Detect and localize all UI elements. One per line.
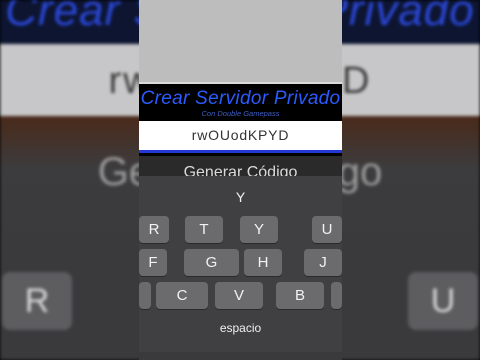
suggestion-bar[interactable]: Y <box>139 176 342 216</box>
key-x-partial[interactable] <box>139 282 151 309</box>
key-j[interactable]: J <box>304 249 342 276</box>
phone-screen: Crear Servidor Privado Con Double Gamepa… <box>139 0 342 360</box>
banner-title: Crear Servidor Privado <box>140 88 341 109</box>
bg-key-r: R <box>2 272 72 330</box>
key-f[interactable]: F <box>139 249 167 276</box>
key-u[interactable]: U <box>312 216 342 243</box>
key-h[interactable]: H <box>244 249 282 276</box>
suggestion-item[interactable]: Y <box>139 189 342 205</box>
key-v[interactable]: V <box>215 282 263 309</box>
key-b[interactable]: B <box>276 282 324 309</box>
key-c[interactable]: C <box>156 282 208 309</box>
code-input[interactable]: rwOUodKPYD <box>139 121 342 153</box>
key-y[interactable]: Y <box>240 216 278 243</box>
key-n-partial[interactable] <box>331 282 342 309</box>
title-banner: Crear Servidor Privado Con Double Gamepa… <box>139 82 342 120</box>
key-r[interactable]: R <box>139 216 169 243</box>
bg-key-u: U <box>408 272 478 330</box>
generate-code-label: Generar Código <box>183 164 298 176</box>
key-g[interactable]: G <box>184 249 239 276</box>
keyboard: Y R T Y U F G H J C V B espacio <box>139 176 342 360</box>
home-indicator <box>139 352 342 360</box>
banner-subtitle: Con Double Gamepass <box>201 109 280 118</box>
generate-code-button[interactable]: Generar Código <box>139 156 342 176</box>
space-key[interactable]: espacio <box>139 314 342 342</box>
key-t[interactable]: T <box>185 216 223 243</box>
code-input-value: rwOUodKPYD <box>191 127 290 143</box>
top-panel <box>139 0 342 82</box>
